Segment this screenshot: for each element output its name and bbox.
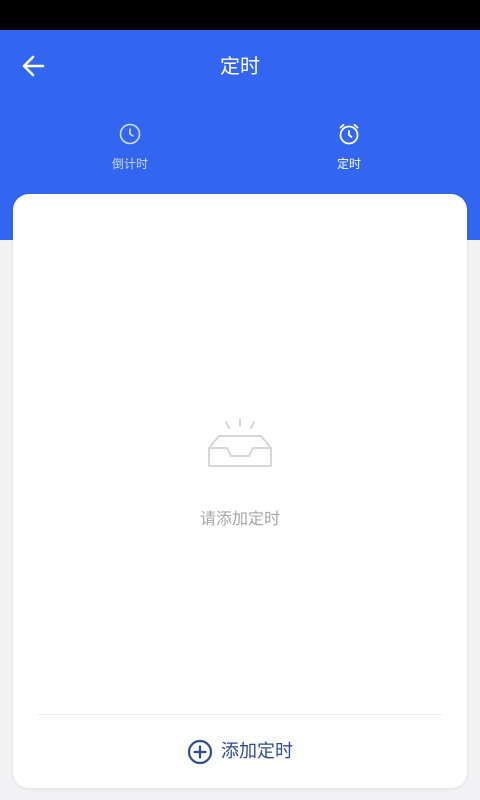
- timer-list-card: 请添加定时 添加定时: [13, 194, 467, 788]
- tab-timer-label: 定时: [336, 157, 361, 171]
- page-title: 定时: [220, 54, 260, 78]
- divider: [37, 714, 443, 715]
- add-timer-button[interactable]: 添加定时: [13, 730, 467, 774]
- tab-timer[interactable]: 定时: [289, 110, 409, 180]
- empty-state-message: 请添加定时: [199, 509, 280, 528]
- clock-icon: [117, 121, 143, 147]
- plus-circle-icon: [187, 739, 213, 765]
- tab-countdown-label: 倒计时: [111, 157, 148, 171]
- tab-countdown[interactable]: 倒计时: [70, 110, 190, 180]
- add-timer-label: 添加定时: [221, 741, 293, 762]
- empty-inbox-icon: [205, 416, 275, 472]
- tab-bar: 倒计时 定时: [0, 110, 480, 180]
- status-bar: [0, 0, 480, 30]
- alarm-clock-icon: [336, 121, 362, 147]
